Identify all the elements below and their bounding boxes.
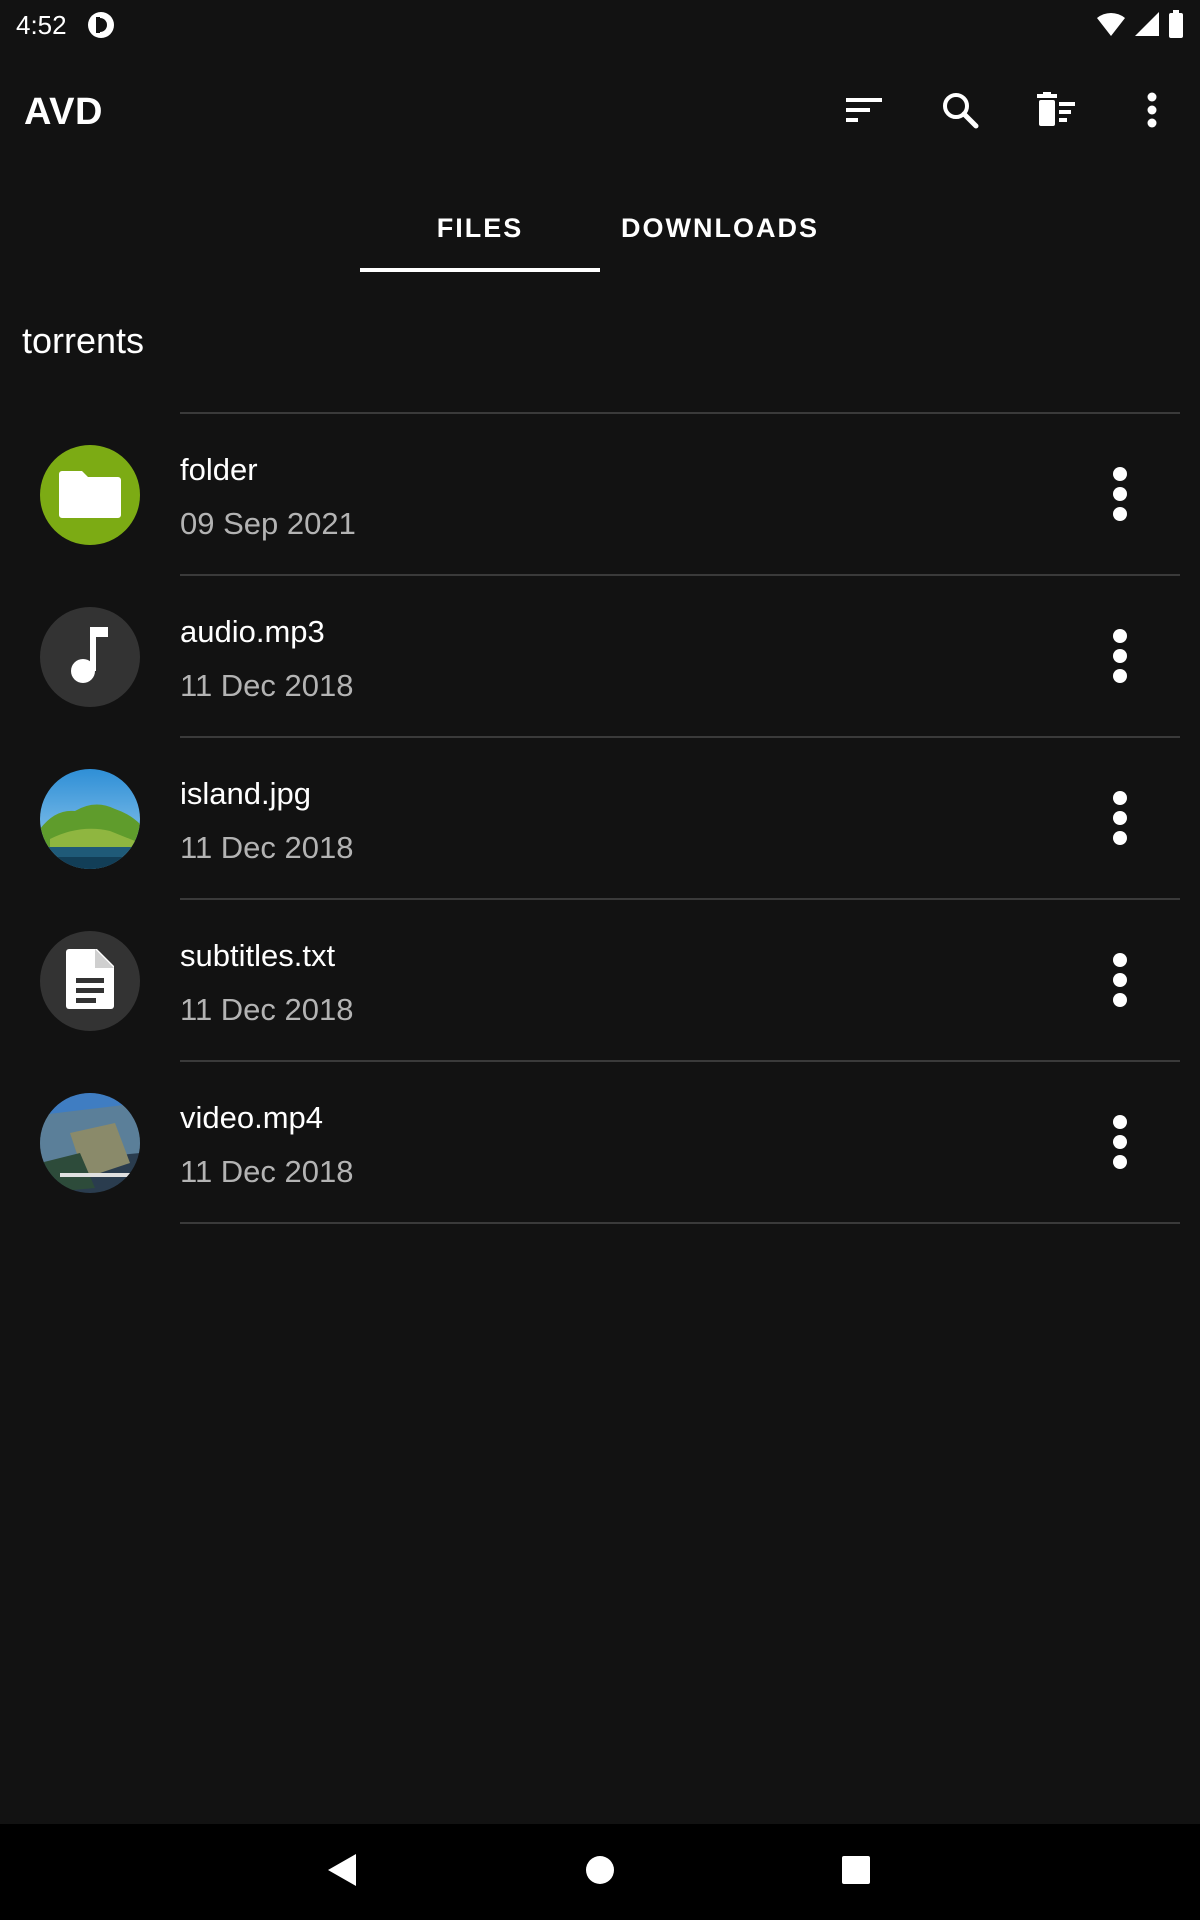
tab-bar: FILES DOWNLOADS <box>360 184 840 272</box>
wifi-icon <box>1096 11 1126 42</box>
battery-icon <box>1168 10 1184 43</box>
file-name: island.jpg <box>180 776 311 811</box>
file-avatar <box>40 931 140 1031</box>
file-options-button[interactable] <box>1080 934 1160 1030</box>
delete-sweep-icon <box>1035 91 1077 133</box>
sort-icon <box>844 96 884 129</box>
folder-icon <box>58 467 122 524</box>
cell-signal-icon <box>1134 11 1160 42</box>
app-bar-actions <box>816 60 1200 164</box>
home-button[interactable] <box>570 1842 630 1902</box>
file-row-folder[interactable]: folder 09 Sep 2021 <box>0 414 1200 574</box>
file-avatar <box>40 607 140 707</box>
more-vert-icon <box>1146 92 1158 133</box>
file-row-subtitles[interactable]: subtitles.txt 11 Dec 2018 <box>0 900 1200 1060</box>
music-note-icon <box>68 625 112 690</box>
more-vert-icon <box>1112 466 1128 527</box>
more-vert-icon <box>1112 628 1128 689</box>
file-name: video.mp4 <box>180 1100 324 1135</box>
file-row-video[interactable]: video.mp4 11 Dec 2018 <box>0 1062 1200 1222</box>
more-vert-icon <box>1112 952 1128 1013</box>
file-row-audio[interactable]: audio.mp3 11 Dec 2018 <box>0 576 1200 736</box>
home-icon <box>585 1855 615 1890</box>
status-bar: 4:52 <box>0 0 1200 50</box>
search-button[interactable] <box>912 64 1008 160</box>
image-thumbnail <box>40 769 140 869</box>
file-name: folder <box>180 452 258 487</box>
status-icons <box>1096 10 1184 43</box>
file-date: 11 Dec 2018 <box>180 1154 354 1189</box>
recents-button[interactable] <box>826 1842 886 1902</box>
file-options-button[interactable] <box>1080 1096 1160 1192</box>
back-icon <box>326 1852 358 1893</box>
file-options-button[interactable] <box>1080 772 1160 868</box>
app-bar: AVD <box>0 60 1200 164</box>
screen: 4:52 AVD FILES DOWNLOADS torrents folder… <box>0 0 1200 1920</box>
app-title: AVD <box>24 90 103 133</box>
file-options-button[interactable] <box>1080 448 1160 544</box>
file-date: 11 Dec 2018 <box>180 992 354 1027</box>
app-notification-icon <box>87 11 115 39</box>
file-avatar <box>40 445 140 545</box>
sort-button[interactable] <box>816 64 912 160</box>
delete-sweep-button[interactable] <box>1008 64 1104 160</box>
system-nav-bar <box>0 1824 1200 1920</box>
file-name: subtitles.txt <box>180 938 336 973</box>
tab-files[interactable]: FILES <box>360 184 600 272</box>
divider <box>180 1222 1180 1224</box>
current-directory-title: torrents <box>22 320 145 361</box>
overflow-menu-button[interactable] <box>1104 64 1200 160</box>
file-row-island[interactable]: island.jpg 11 Dec 2018 <box>0 738 1200 898</box>
recents-icon <box>841 1855 871 1890</box>
file-date: 11 Dec 2018 <box>180 830 354 865</box>
back-button[interactable] <box>312 1842 372 1902</box>
file-date: 11 Dec 2018 <box>180 668 354 703</box>
more-vert-icon <box>1112 1114 1128 1175</box>
file-name: audio.mp3 <box>180 614 325 649</box>
document-icon <box>65 948 115 1015</box>
file-list: folder 09 Sep 2021 audio.mp3 11 Dec 2018… <box>0 412 1200 1224</box>
file-date: 09 Sep 2021 <box>180 506 356 541</box>
video-thumbnail <box>40 1093 140 1193</box>
status-time: 4:52 <box>16 9 67 40</box>
file-options-button[interactable] <box>1080 610 1160 706</box>
more-vert-icon <box>1112 790 1128 851</box>
search-icon <box>941 91 979 134</box>
tab-downloads[interactable]: DOWNLOADS <box>600 184 840 272</box>
